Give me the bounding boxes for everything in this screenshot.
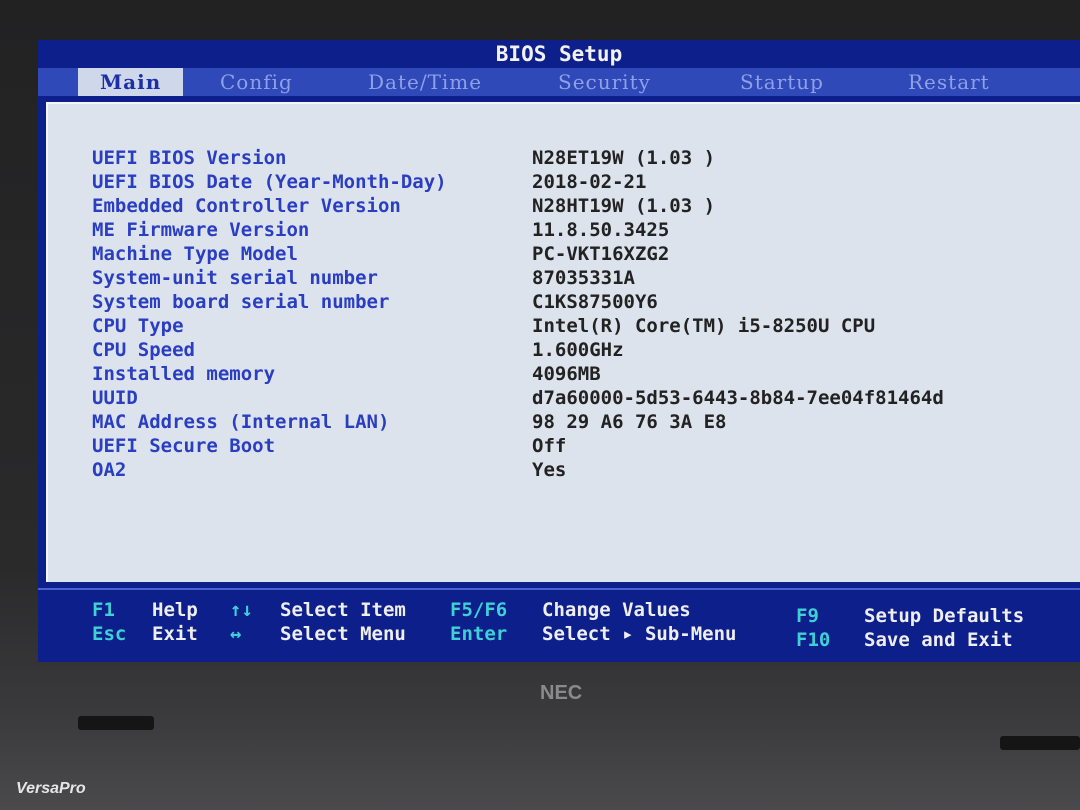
- info-row-bios-date: UEFI BIOS Date (Year-Month-Day) 2018-02-…: [48, 170, 1080, 194]
- tab-security[interactable]: Security: [558, 68, 651, 96]
- info-label: OA2: [92, 459, 127, 481]
- f10-key-label: F10: [796, 629, 831, 651]
- info-row-cpu-type: CPU Type Intel(R) Core(TM) i5-8250U CPU: [48, 314, 1080, 338]
- info-row-secure-boot: UEFI Secure Boot Off: [48, 434, 1080, 458]
- tab-restart[interactable]: Restart: [908, 68, 990, 96]
- select-item-hint: Select Item: [280, 599, 406, 621]
- info-label: MAC Address (Internal LAN): [92, 411, 390, 433]
- info-row-board-serial: System board serial number C1KS87500Y6: [48, 290, 1080, 314]
- info-value: Yes: [532, 459, 567, 481]
- tab-startup[interactable]: Startup: [740, 68, 824, 96]
- info-value: N28HT19W (1.03 ): [532, 195, 716, 217]
- key-help-footer: F1 Help Esc Exit ↑↓ Select Item ↔ Select…: [38, 588, 1080, 662]
- bios-screen: BIOS Setup Main Config Date/Time Securit…: [38, 40, 1080, 662]
- info-row-machine-type: Machine Type Model PC-VKT16XZG2: [48, 242, 1080, 266]
- info-label: Machine Type Model: [92, 243, 298, 265]
- info-label: ME Firmware Version: [92, 219, 310, 241]
- info-row-mac-address: MAC Address (Internal LAN) 98 29 A6 76 3…: [48, 410, 1080, 434]
- info-label: CPU Speed: [92, 339, 195, 361]
- enter-key-label: Enter: [450, 623, 508, 645]
- f5f6-key-label: F5/F6: [450, 599, 508, 621]
- info-label: UUID: [92, 387, 138, 409]
- info-value: 4096MB: [532, 363, 601, 385]
- info-value: PC-VKT16XZG2: [532, 243, 670, 265]
- nec-logo: NEC: [540, 682, 583, 704]
- info-label: CPU Type: [92, 315, 184, 337]
- info-row-memory: Installed memory 4096MB: [48, 362, 1080, 386]
- info-row-cpu-speed: CPU Speed 1.600GHz: [48, 338, 1080, 362]
- info-label: Installed memory: [92, 363, 276, 385]
- info-row-oa2: OA2 Yes: [48, 458, 1080, 482]
- versapro-logo: VersaPro: [16, 780, 86, 797]
- info-value: C1KS87500Y6: [532, 291, 658, 313]
- exit-hint: Exit: [152, 623, 198, 645]
- info-label: System board serial number: [92, 291, 390, 313]
- info-label: UEFI BIOS Version: [92, 147, 287, 169]
- info-label: System-unit serial number: [92, 267, 378, 289]
- info-row-bios-version: UEFI BIOS Version N28ET19W (1.03 ): [48, 146, 1080, 170]
- help-hint: Help: [152, 599, 198, 621]
- info-label: Embedded Controller Version: [92, 195, 401, 217]
- info-value: d7a60000-5d53-6443-8b84-7ee04f81464d: [532, 387, 944, 409]
- info-row-ec-version: Embedded Controller Version N28HT19W (1.…: [48, 194, 1080, 218]
- select-submenu-hint: Select ▸ Sub-Menu: [542, 623, 737, 645]
- setup-defaults-hint: Setup Defaults: [864, 605, 1025, 627]
- main-info-panel: UEFI BIOS Version N28ET19W (1.03 ) UEFI …: [46, 102, 1080, 582]
- info-value: Intel(R) Core(TM) i5-8250U CPU: [532, 315, 876, 337]
- updown-arrow-icon: ↑↓: [230, 599, 253, 621]
- info-value: 2018-02-21: [532, 171, 647, 193]
- info-value: 87035331A: [532, 267, 635, 289]
- info-value: 1.600GHz: [532, 339, 624, 361]
- change-values-hint: Change Values: [542, 599, 691, 621]
- info-value: 11.8.50.3425: [532, 219, 670, 241]
- leftright-arrow-icon: ↔: [230, 623, 242, 645]
- bios-title: BIOS Setup: [38, 40, 1080, 68]
- hinge-right: [1000, 736, 1080, 750]
- info-value: Off: [532, 435, 567, 457]
- info-label: UEFI BIOS Date (Year-Month-Day): [92, 171, 447, 193]
- info-label: UEFI Secure Boot: [92, 435, 276, 457]
- tab-main[interactable]: Main: [78, 68, 184, 96]
- tab-config[interactable]: Config: [220, 68, 293, 96]
- info-row-me-firmware: ME Firmware Version 11.8.50.3425: [48, 218, 1080, 242]
- hinge-left: [78, 716, 154, 730]
- f9-key-label: F9: [796, 605, 819, 627]
- info-row-system-serial: System-unit serial number 87035331A: [48, 266, 1080, 290]
- esc-key-label: Esc: [92, 623, 127, 645]
- info-value: 98 29 A6 76 3A E8: [532, 411, 727, 433]
- info-row-uuid: UUID d7a60000-5d53-6443-8b84-7ee04f81464…: [48, 386, 1080, 410]
- tab-date-time[interactable]: Date/Time: [368, 68, 482, 96]
- tab-bar: Main Config Date/Time Security Startup R…: [38, 68, 1080, 96]
- info-value: N28ET19W (1.03 ): [532, 147, 716, 169]
- save-exit-hint: Save and Exit: [864, 629, 1013, 651]
- f1-key-label: F1: [92, 599, 115, 621]
- select-menu-hint: Select Menu: [280, 623, 406, 645]
